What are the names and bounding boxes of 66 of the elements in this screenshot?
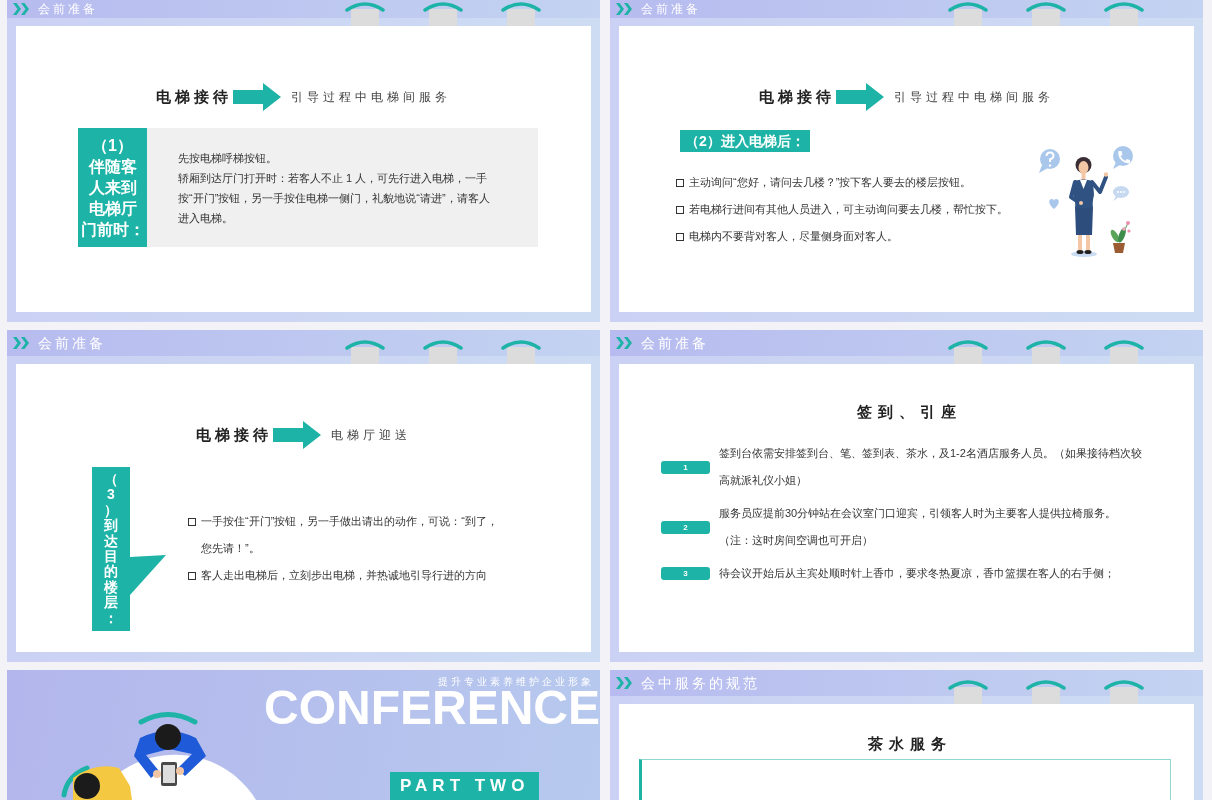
binder-ring-icon xyxy=(345,0,385,26)
slide-title: 签到、引座 xyxy=(856,402,962,422)
paragraph-text: 轿厢到达厅门打开时：若客人不止 1 人，可先行进入电梯，一手按“开门”按钮，另一手按住电梯一侧门，礼貌地说“请进”，请客人进入电梯。 xyxy=(178,170,491,226)
binder-ring-icon xyxy=(423,338,463,364)
potted-plant-icon xyxy=(1110,221,1131,253)
square-bullet-icon xyxy=(676,206,684,214)
header-title: 会中服务的规范 xyxy=(641,674,760,692)
bullet-text: 电梯内不要背对客人，尽量侧身面对客人。 xyxy=(689,229,898,244)
header-title: 会前准备 xyxy=(641,334,709,352)
double-chevron-icon xyxy=(13,3,29,15)
binder-ring-icon xyxy=(501,338,541,364)
header-title: 会前准备 xyxy=(38,334,106,352)
bullet-text: 一手按住“开门”按钮，另一手做出请出的动作，可说：“到了，您先请！”。 xyxy=(201,514,499,557)
square-bullet-icon xyxy=(188,518,196,527)
background-word: CONFERENCE xyxy=(263,688,600,728)
number-badge: 2 xyxy=(661,520,710,534)
slide-title: 电梯接待 xyxy=(759,87,835,107)
binder-ring-icon xyxy=(1026,678,1066,704)
item-text: 签到台依需安排签到台、笔、签到表、茶水，及1-2名酒店服务人员。（如果接待档次较高就派礼仪小姐） xyxy=(719,446,1143,488)
phone-bubble-icon xyxy=(1113,146,1133,169)
slide-subtitle: 引导过程中电梯间服务 xyxy=(291,88,451,106)
binder-ring-icon xyxy=(1104,0,1144,26)
callout-label: （1） 伴随客 人来到 电梯厅 门前时： xyxy=(78,128,147,247)
tagline-text: 提升专业素养维护企业形象 xyxy=(438,676,594,688)
double-chevron-icon xyxy=(13,337,29,349)
bullet-text: 客人走出电梯后，立刻步出电梯，并热诚地引导行进的方向 xyxy=(201,568,487,584)
binder-ring-icon xyxy=(345,338,385,364)
binder-ring-icon xyxy=(948,338,988,364)
binder-ring-icon xyxy=(423,0,463,26)
binder-ring-icon xyxy=(1104,678,1144,704)
slide-subtitle: 引导过程中电梯间服务 xyxy=(894,88,1054,106)
double-chevron-icon xyxy=(616,677,632,689)
heart-icon xyxy=(1049,199,1059,209)
binder-ring-icon xyxy=(1026,0,1066,26)
item-text: 待会议开始后从主宾处顺时针上香巾，要求冬热夏凉，香巾篮摆在客人的右手侧； xyxy=(719,566,1116,581)
item-text: 服务员应提前30分钟站在会议室门口迎宾，引领客人时为主要客人提供拉椅服务。（注：这时房间空调也可开启） xyxy=(719,506,1118,548)
header-title: 会前准备 xyxy=(641,1,701,17)
bullet-text: 主动询问“您好，请问去几楼？”按下客人要去的楼层按钮。 xyxy=(689,175,972,190)
slide-title: 茶水服务 xyxy=(866,734,952,754)
part-label: PART TWO xyxy=(390,772,540,800)
binder-ring-icon xyxy=(948,0,988,26)
arrow-right-icon xyxy=(273,421,321,449)
arrow-right-icon xyxy=(233,83,281,111)
section-label: （2）进入电梯后： xyxy=(680,130,810,152)
arrow-right-icon xyxy=(836,83,884,111)
square-bullet-icon xyxy=(676,179,684,187)
number-badge: 3 xyxy=(661,567,710,580)
paragraph-text: 先按电梯呼梯按钮。 xyxy=(178,150,278,166)
callout-pointer-icon xyxy=(130,554,166,595)
binder-ring-icon xyxy=(948,678,988,704)
question-bubble-icon xyxy=(1039,149,1060,173)
double-chevron-icon xyxy=(616,337,632,349)
slide-title: 电梯接待 xyxy=(156,87,232,107)
binder-ring-icon xyxy=(501,0,541,26)
seated-person xyxy=(61,765,132,800)
chat-bubble-icon xyxy=(1113,186,1129,201)
header-title: 会前准备 xyxy=(38,1,98,17)
slide-title: 电梯接待 xyxy=(196,425,272,445)
square-bullet-icon xyxy=(676,233,684,241)
binder-ring-icon xyxy=(1104,338,1144,364)
double-chevron-icon xyxy=(616,3,632,15)
slide-subtitle: 电梯厅迎送 xyxy=(331,426,411,444)
bullet-text: 若电梯行进间有其他人员进入，可主动询问要去几楼，帮忙按下。 xyxy=(689,202,1008,217)
number-badge: 1 xyxy=(661,460,710,474)
binder-ring-icon xyxy=(1026,338,1066,364)
square-bullet-icon xyxy=(188,572,196,581)
